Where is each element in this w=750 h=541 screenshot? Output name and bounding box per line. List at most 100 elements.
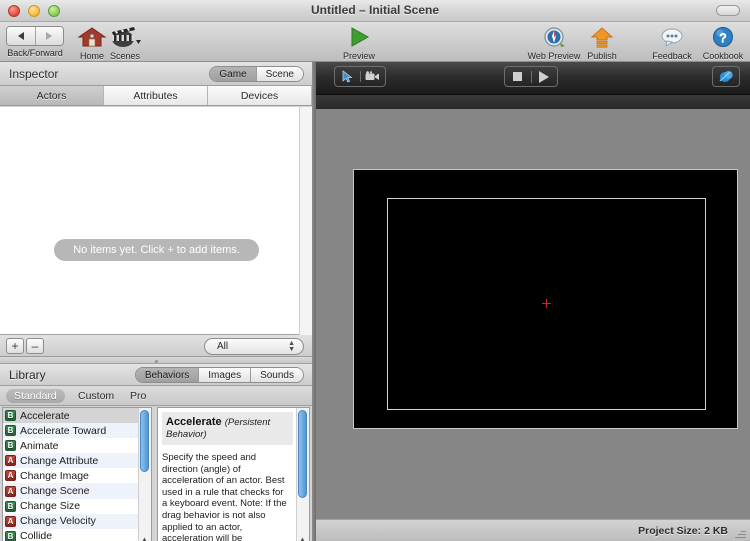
cookbook-button[interactable]: ? Cookbook (698, 26, 748, 61)
library-tab-behaviors[interactable]: Behaviors (135, 368, 199, 382)
behavior-row[interactable]: B Accelerate (3, 408, 151, 424)
behavior-list-scrollbar[interactable]: ▲▼ (138, 408, 151, 541)
scope-game-tab[interactable]: Game (210, 67, 256, 81)
publish-button[interactable]: Publish (580, 26, 624, 61)
behavior-list[interactable]: B Accelerate B Accelerate Toward B Animate A Ch… (2, 407, 152, 541)
scene-canvas-area[interactable]: ◀ ▶ (316, 109, 750, 541)
scene-canvas[interactable] (353, 169, 738, 429)
subtab-pro[interactable]: Pro (122, 389, 154, 403)
cursor-arrow-icon (342, 70, 353, 83)
behavior-description-header: Accelerate (Persistent Behavior) (162, 412, 293, 445)
scene-toolbar-underline (316, 95, 750, 109)
library-tab-images[interactable]: Images (198, 368, 251, 382)
behavior-row[interactable]: B Collide (3, 529, 151, 541)
inspector-footer: + – All ▲ ▼ (0, 335, 312, 357)
forward-button[interactable] (34, 27, 63, 45)
actor-list-area[interactable]: No items yet. Click + to add items. (0, 107, 312, 335)
behavior-row[interactable]: A Change Velocity (3, 513, 151, 529)
scene-editor-pane: ◀ ▶ (316, 62, 750, 541)
behavior-name: Change Size (20, 500, 81, 513)
actor-list-scrollbar[interactable] (299, 107, 312, 335)
play-button[interactable] (530, 70, 558, 83)
behavior-row[interactable]: A Change Image (3, 468, 151, 483)
home-icon (77, 27, 107, 47)
behavior-description-panel: Accelerate (Persistent Behavior) Specify… (157, 407, 310, 541)
main-toolbar: Back/Forward Home Scenes Preview Web Pre… (0, 22, 750, 62)
behavior-name: Change Velocity (20, 515, 96, 528)
behavior-badge-icon: B (5, 425, 16, 437)
behavior-badge-icon: B (5, 530, 16, 541)
scenes-clapperboard-icon (112, 27, 141, 47)
description-scroll-thumb[interactable] (298, 410, 307, 498)
library-title: Library (9, 368, 46, 382)
feedback-button[interactable]: Feedback (648, 26, 696, 61)
project-size-label: Project Size: 2 KB (638, 525, 728, 537)
behavior-row[interactable]: B Animate (3, 438, 151, 453)
behavior-description-body: Specify the speed and direction (angle) … (162, 452, 287, 541)
subtab-custom[interactable]: Custom (70, 389, 122, 403)
attribute-badge-icon: A (5, 470, 16, 482)
scene-origin-marker (541, 299, 551, 308)
behavior-badge-icon: B (5, 410, 16, 422)
scope-scene-tab[interactable]: Scene (255, 67, 303, 81)
stop-button[interactable] (505, 72, 531, 81)
behavior-name: Change Scene (20, 485, 90, 498)
back-forward-label: Back/Forward (7, 48, 63, 58)
web-preview-button[interactable]: Web Preview (524, 26, 584, 61)
library-subtab-bar: Standard Custom Pro (0, 386, 312, 406)
left-pane: Inspector Game Scene Actors Attributes D… (0, 62, 312, 541)
camera-tool-button[interactable] (359, 71, 386, 82)
behavior-name: Accelerate Toward (20, 424, 107, 437)
description-scroll-arrows[interactable]: ▲▼ (297, 535, 308, 541)
tab-actors[interactable]: Actors (0, 86, 104, 105)
window-resize-grip[interactable] (734, 526, 748, 540)
empty-state-message: No items yet. Click + to add items. (54, 239, 259, 261)
inspector-tab-bar: Actors Attributes Devices (0, 86, 312, 106)
back-button[interactable] (7, 27, 35, 45)
library-tab-sounds[interactable]: Sounds (250, 368, 303, 382)
inspector-filter-popup[interactable]: All ▲ ▼ (204, 338, 304, 355)
scenes-button[interactable]: Scenes (104, 26, 146, 61)
inspector-remove-button[interactable]: – (26, 338, 44, 354)
stop-square-icon (513, 72, 523, 81)
behavior-row[interactable]: B Accelerate Toward (3, 423, 151, 439)
pane-resize-handle[interactable] (0, 357, 312, 364)
status-bar: Project Size: 2 KB (316, 519, 750, 541)
back-forward-segmented-control[interactable] (6, 26, 64, 46)
behavior-list-scroll-thumb[interactable] (140, 410, 149, 472)
scene-settings-button[interactable] (712, 66, 740, 87)
behavior-row[interactable]: A Change Attribute (3, 453, 151, 469)
behavior-name: Change Image (20, 469, 89, 482)
question-mark-icon: ? (713, 27, 733, 47)
behavior-row[interactable]: A Change Scene (3, 483, 151, 499)
chevron-updown-icon: ▲ ▼ (288, 340, 295, 353)
up-arrow-icon (590, 27, 614, 48)
gamesalad-creator-window: Untitled – Initial Scene Back/Forward Ho… (0, 0, 750, 541)
inspector-add-button[interactable]: + (6, 338, 24, 354)
behavior-scroll-arrows[interactable]: ▲▼ (139, 535, 150, 541)
behavior-name: Change Attribute (20, 454, 99, 467)
toolbar-toggle-button[interactable] (716, 5, 740, 16)
description-scrollbar[interactable]: ▲▼ (296, 408, 309, 541)
preview-button[interactable]: Preview (334, 26, 384, 61)
behavior-name: Animate (20, 439, 59, 452)
library-header: Library Behaviors Images Sounds (0, 364, 312, 386)
camera-icon (365, 71, 380, 80)
behavior-row[interactable]: B Change Size (3, 499, 151, 514)
scene-camera-bounds[interactable] (387, 198, 706, 410)
behavior-badge-icon: B (5, 500, 16, 512)
scene-toolbar (316, 62, 750, 95)
tab-attributes[interactable]: Attributes (104, 86, 208, 105)
inspector-scope-segmented-control[interactable]: Game Scene (209, 66, 304, 82)
speech-bubble-icon (661, 28, 683, 48)
scene-tool-segmented-control[interactable] (334, 66, 386, 87)
select-tool-button[interactable] (335, 70, 360, 83)
behavior-name: Accelerate (20, 409, 70, 422)
behavior-name: Collide (20, 530, 53, 541)
title-bar: Untitled – Initial Scene (0, 0, 750, 22)
subtab-standard[interactable]: Standard (6, 389, 65, 403)
library-type-segmented-control[interactable]: Behaviors Images Sounds (134, 367, 304, 383)
tab-devices[interactable]: Devices (208, 86, 312, 105)
scene-settings-icon (719, 70, 733, 82)
playback-segmented-control[interactable] (504, 66, 558, 87)
